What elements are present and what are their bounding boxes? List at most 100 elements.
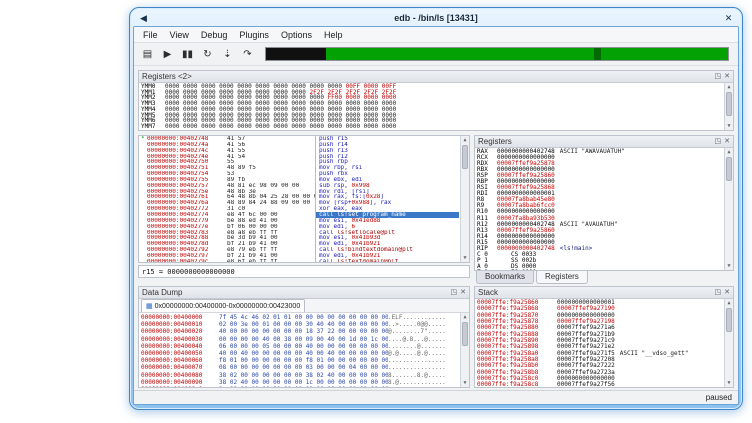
- registers-avx-titlebar[interactable]: Registers <2> ◳ ✕: [139, 71, 733, 83]
- dump-row[interactable]: 00000000:0040001002 00 3e 00 01 00 00 00…: [141, 321, 458, 328]
- scroll-up-icon[interactable]: ▲: [725, 148, 733, 156]
- close-icon[interactable]: ✕: [724, 289, 730, 296]
- scroll-thumb[interactable]: [726, 157, 732, 181]
- scroll-down-icon[interactable]: ▼: [725, 262, 733, 270]
- pause-icon[interactable]: ▮▮: [178, 45, 197, 64]
- stack-titlebar[interactable]: Stack ◳ ✕: [475, 287, 733, 299]
- registers-panel: Registers ◳ ✕ RAX0000000000402748ASCII "…: [474, 135, 734, 271]
- scroll-up-icon[interactable]: ▲: [461, 136, 469, 144]
- dump-row[interactable]: 00000000:0040008038 02 00 00 00 00 00 00…: [141, 372, 458, 379]
- activity-segment: [594, 48, 601, 60]
- step-over-icon[interactable]: ↷: [238, 45, 257, 64]
- scroll-down-icon[interactable]: ▼: [725, 379, 733, 387]
- dump-row[interactable]: 00000000:004000007f 45 4c 46 02 01 01 00…: [141, 314, 458, 321]
- scroll-up-icon[interactable]: ▲: [461, 313, 469, 321]
- registers-avx-title: Registers <2>: [142, 72, 712, 81]
- scroll-down-icon[interactable]: ▼: [461, 379, 469, 387]
- app-icon[interactable]: ◀: [137, 12, 150, 25]
- scrollbar[interactable]: ▲ ▼: [724, 299, 733, 387]
- step-into-icon[interactable]: ⇣: [218, 45, 237, 64]
- float-icon[interactable]: ◳: [715, 289, 722, 296]
- registers-avx-panel: Registers <2> ◳ ✕ YMM00000 0000 0000 000…: [138, 70, 734, 131]
- dump-row[interactable]: 00000000:0040007008 00 00 00 00 00 00 00…: [141, 364, 458, 371]
- registers-rows: RAX0000000000402748ASCII "AWAVAUATUH"RCX…: [477, 149, 722, 270]
- disasm-row[interactable]: 00000000:0040279ce8 6f eb ff ffcall ls!t…: [139, 259, 469, 263]
- dump-region-label: 0x00000000:00400000-0x00000000:00423000: [155, 303, 301, 310]
- dump-row[interactable]: 00000000:0040005040 00 40 00 00 00 00 00…: [141, 350, 458, 357]
- stack-row[interactable]: 00007ffe:f9a258c800007ffef9a27f56: [477, 382, 722, 387]
- data-dump-panel: Data Dump ◳ ✕ ▦ 0x00000000:00400000-0x00…: [138, 286, 470, 388]
- registers-titlebar[interactable]: Registers ◳ ✕: [475, 136, 733, 148]
- window-body: FileViewDebugPluginsOptionsHelp ▤▶▮▮↻⇣↷ …: [133, 26, 739, 405]
- scroll-down-icon[interactable]: ▼: [461, 254, 469, 262]
- toolbar: ▤▶▮▮↻⇣↷: [134, 43, 738, 66]
- scroll-up-icon[interactable]: ▲: [725, 299, 733, 307]
- data-dump-titlebar[interactable]: Data Dump ◳ ✕: [139, 287, 469, 299]
- close-icon[interactable]: ✕: [724, 138, 730, 145]
- dock-tab-bookmarks[interactable]: Bookmarks: [476, 271, 534, 284]
- statusbar: paused: [134, 390, 738, 404]
- scroll-thumb[interactable]: [462, 145, 468, 169]
- scrollbar[interactable]: ▲ ▼: [460, 313, 469, 387]
- region-icon: ▦: [146, 302, 153, 310]
- registers-avx-body: YMM00000 0000 0000 0000 0000 0000 0000 0…: [139, 83, 733, 130]
- dump-row[interactable]: 00000000:004000a01c 00 00 00 00 00 00 00…: [141, 386, 458, 387]
- dump-rows: 00000000:004000007f 45 4c 46 02 01 01 00…: [141, 314, 458, 387]
- scroll-up-icon[interactable]: ▲: [725, 83, 733, 91]
- scroll-thumb[interactable]: [726, 92, 732, 116]
- float-icon[interactable]: ◳: [715, 73, 722, 80]
- dump-body[interactable]: 00000000:004000007f 45 4c 46 02 01 01 00…: [139, 313, 469, 387]
- scroll-down-icon[interactable]: ▼: [725, 122, 733, 130]
- activity-segment: [601, 48, 728, 60]
- menu-item-options[interactable]: Options: [275, 29, 318, 41]
- window-title: edb - /bin/ls [13431]: [150, 13, 722, 23]
- run-icon[interactable]: ▶: [158, 45, 177, 64]
- menu-item-plugins[interactable]: Plugins: [233, 29, 275, 41]
- data-dump-title: Data Dump: [142, 288, 448, 297]
- registers-title: Registers: [478, 137, 712, 146]
- dump-row[interactable]: 00000000:0040009038 02 40 00 00 00 00 00…: [141, 379, 458, 386]
- dock-tab-registers[interactable]: Registers: [536, 271, 588, 284]
- dump-tabbar: ▦ 0x00000000:00400000-0x00000000:0042300…: [139, 299, 469, 313]
- scrollbar[interactable]: ▲ ▼: [724, 148, 733, 270]
- stack-panel: Stack ◳ ✕ 00007ffe:f9a258600000000000000…: [474, 286, 734, 388]
- menubar: FileViewDebugPluginsOptionsHelp: [134, 27, 738, 43]
- stack-body[interactable]: 00007ffe:f9a25860000000000000000100007ff…: [475, 299, 733, 387]
- edb-window: ◀ edb - /bin/ls [13431] ✕ FileViewDebugP…: [129, 7, 743, 410]
- dump-region-tab[interactable]: ▦ 0x00000000:00400000-0x00000000:0042300…: [141, 299, 305, 312]
- window-close-icon[interactable]: ✕: [722, 12, 735, 25]
- registers2-rows: YMM00000 0000 0000 0000 0000 0000 0000 0…: [141, 84, 722, 130]
- activity-segment: [326, 48, 594, 60]
- scroll-thumb[interactable]: [726, 308, 732, 332]
- menu-item-debug[interactable]: Debug: [195, 29, 234, 41]
- status-text: paused: [706, 393, 732, 402]
- toolbar-buttons: ▤▶▮▮↻⇣↷: [138, 45, 258, 64]
- menu-item-view[interactable]: View: [164, 29, 195, 41]
- dock-tabbar: BookmarksRegisters: [474, 271, 734, 284]
- disassembly-view[interactable]: ➤00000000:0040274841 57push r1500000000:…: [138, 135, 470, 263]
- scrollbar[interactable]: ▲ ▼: [724, 83, 733, 130]
- address-space-activity-bar[interactable]: [265, 47, 729, 61]
- disasm-rows: ➤00000000:0040274841 57push r1500000000:…: [139, 136, 469, 263]
- menu-item-help[interactable]: Help: [318, 29, 349, 41]
- menu-item-file[interactable]: File: [137, 29, 164, 41]
- close-icon[interactable]: ✕: [460, 289, 466, 296]
- float-icon[interactable]: ◳: [451, 289, 458, 296]
- dump-row[interactable]: 00000000:0040004006 00 00 00 05 00 00 00…: [141, 343, 458, 350]
- float-icon[interactable]: ◳: [715, 138, 722, 145]
- dump-row[interactable]: 00000000:0040002040 00 00 00 00 00 00 00…: [141, 328, 458, 335]
- dump-row[interactable]: 00000000:00400060f8 01 00 00 00 00 00 00…: [141, 357, 458, 364]
- restart-icon[interactable]: ↻: [198, 45, 217, 64]
- stack-title: Stack: [478, 288, 712, 297]
- scrollbar[interactable]: ▲ ▼: [460, 136, 469, 262]
- close-icon[interactable]: ✕: [724, 73, 730, 80]
- scroll-thumb[interactable]: [462, 322, 468, 346]
- avx-register-row[interactable]: YMM70000 0000 0000 0000 0000 0000 0000 0…: [141, 124, 722, 130]
- register-info-line: r15 = 0000000000000000: [138, 265, 470, 278]
- open-file-icon[interactable]: ▤: [138, 45, 157, 64]
- activity-segment: [266, 48, 326, 60]
- registers-body[interactable]: RAX0000000000402748ASCII "AWAVAUATUH"RCX…: [475, 148, 733, 270]
- stack-rows: 00007ffe:f9a25860000000000000000100007ff…: [477, 300, 722, 387]
- dump-row[interactable]: 00000000:0040003000 00 00 00 40 00 38 00…: [141, 336, 458, 343]
- window-titlebar[interactable]: ◀ edb - /bin/ls [13431] ✕: [133, 10, 739, 26]
